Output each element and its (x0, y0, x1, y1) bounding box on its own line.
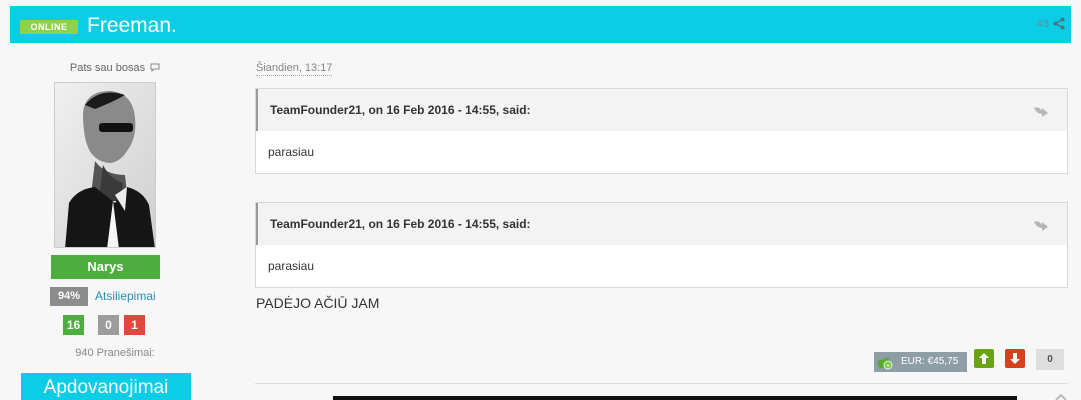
speech-bubble-icon (150, 63, 160, 72)
avatar[interactable] (54, 82, 156, 248)
post-header: ONLINE Freeman. #3 (10, 6, 1071, 43)
money-amount: EUR: €45,75 (901, 356, 959, 367)
next-post-icon[interactable] (1055, 394, 1067, 400)
quote-citation: TeamFounder21, on 16 Feb 2016 - 14:55, s… (270, 103, 531, 117)
arrow-down-icon (1010, 353, 1020, 364)
feedback-link[interactable]: Atsiliepimai (95, 289, 156, 303)
post-body-text: PADĖJO AČIŪ JAM (256, 295, 380, 311)
svg-text:+: + (885, 362, 890, 369)
share-icon[interactable] (1053, 17, 1065, 30)
online-status-badge: ONLINE (20, 20, 78, 34)
avatar-photo (55, 83, 155, 247)
quote-arrow-icon[interactable] (1033, 218, 1049, 232)
arrow-up-icon (979, 353, 989, 364)
forum-post: ONLINE Freeman. #3 Pats sau bosas Narys … (0, 0, 1081, 400)
quote-header: TeamFounder21, on 16 Feb 2016 - 14:55, s… (256, 203, 1067, 245)
quote-block: TeamFounder21, on 16 Feb 2016 - 14:55, s… (255, 202, 1068, 288)
post-date-link[interactable]: Šiandien, 13:17 (256, 62, 333, 76)
quote-header: TeamFounder21, on 16 Feb 2016 - 14:55, s… (256, 89, 1067, 131)
user-group-badge: Narys (51, 255, 160, 279)
feedback-rating: 94% (50, 287, 88, 306)
quote-body: parasiau (268, 259, 315, 273)
next-post-image (333, 396, 1017, 400)
money-icon: + (877, 357, 893, 370)
vote-up-button[interactable] (974, 349, 994, 368)
user-title: Pats sau bosas (10, 62, 220, 74)
post-divider (255, 383, 1068, 384)
quote-block: TeamFounder21, on 16 Feb 2016 - 14:55, s… (255, 88, 1068, 174)
reputation-neutral: 0 (98, 315, 119, 335)
quote-citation: TeamFounder21, on 16 Feb 2016 - 14:55, s… (270, 217, 531, 231)
post-count: 940 Pranešimai: (75, 347, 155, 359)
reputation-score: 0 (1036, 349, 1064, 370)
author-info-panel: Pats sau bosas Narys 94% Atsiliepimai 16… (10, 43, 220, 400)
post-number-link[interactable]: #3 (1037, 17, 1049, 31)
author-username-link[interactable]: Freeman. (87, 13, 177, 39)
awards-button[interactable]: Apdovanojimai (21, 373, 191, 400)
reputation-negative: 1 (124, 315, 145, 335)
user-title-text: Pats sau bosas (69, 62, 146, 74)
money-badge: + EUR: €45,75 (874, 352, 967, 372)
vote-down-button[interactable] (1005, 349, 1025, 368)
quote-arrow-icon[interactable] (1033, 104, 1049, 118)
quote-body: parasiau (268, 145, 315, 159)
reputation-positive: 16 (63, 315, 84, 335)
